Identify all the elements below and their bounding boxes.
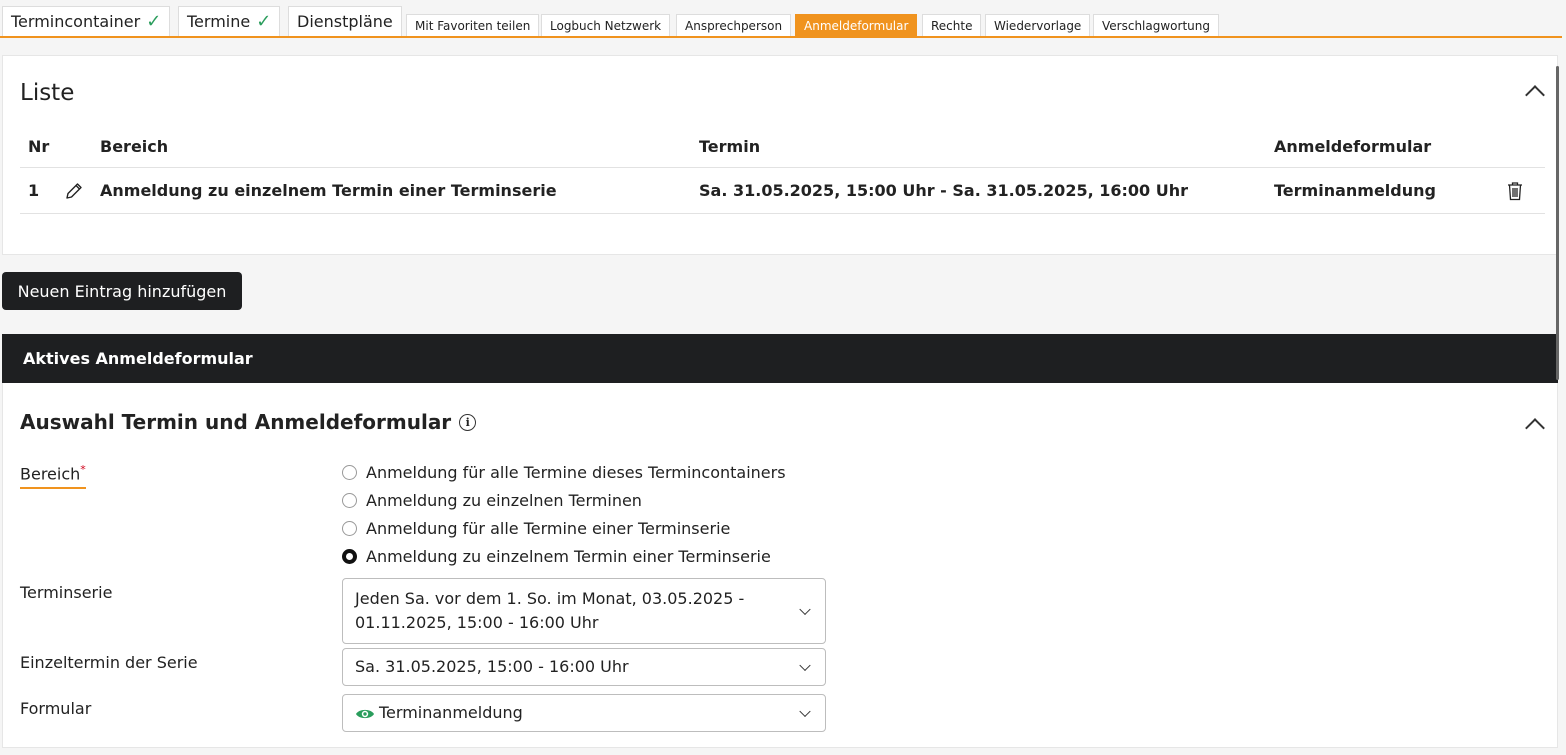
liste-title: Liste xyxy=(20,80,75,106)
bereich-label: Bereich* xyxy=(20,463,86,490)
edit-pencil-icon[interactable] xyxy=(64,168,84,213)
chevron-down-icon xyxy=(799,659,811,672)
column-header-anmeldeformular: Anmeldeformular xyxy=(1274,137,1432,156)
liste-table: Nr Bereich Termin Anmeldeformular 1 Anme… xyxy=(20,126,1545,214)
collapse-chevron-up-icon[interactable] xyxy=(1525,85,1545,105)
radio-button[interactable] xyxy=(342,465,357,480)
tab-label: Dienstpläne xyxy=(297,12,393,31)
tab-logbuch-netzwerk[interactable]: Logbuch Netzwerk xyxy=(541,14,671,36)
column-header-nr: Nr xyxy=(28,137,50,156)
tab-label: Logbuch Netzwerk xyxy=(550,18,662,33)
terminserie-label: Terminserie xyxy=(20,583,113,602)
tab-label: Verschlagwortung xyxy=(1102,18,1210,33)
radio-label: Anmeldung für alle Termine dieses Termin… xyxy=(366,463,786,482)
tab-label: Termincontainer xyxy=(11,12,141,31)
eye-icon xyxy=(356,709,374,718)
chevron-down-icon xyxy=(799,705,811,718)
delete-trash-icon[interactable] xyxy=(1506,168,1524,213)
radio-einzelne-termine[interactable]: Anmeldung zu einzelnen Terminen xyxy=(342,491,642,510)
tab-label: Rechte xyxy=(931,18,973,33)
checkmark-icon: ✓ xyxy=(146,11,162,32)
tab-label: Anmeldeformular xyxy=(804,18,909,33)
tab-wiedervorlage[interactable]: Wiedervorlage xyxy=(985,14,1091,36)
radio-label: Anmeldung zu einzelnem Termin einer Term… xyxy=(366,547,771,566)
active-form-header: Aktives Anmeldeformular xyxy=(2,334,1558,383)
einzeltermin-label: Einzeltermin der Serie xyxy=(20,653,198,672)
formular-value: Terminanmeldung xyxy=(379,703,523,722)
tab-termine[interactable]: Termine ✓ xyxy=(178,6,281,36)
chevron-down-icon xyxy=(799,603,811,616)
column-header-bereich: Bereich xyxy=(100,137,169,156)
tab-label: Ansprechperson xyxy=(685,18,783,33)
table-header: Nr Bereich Termin Anmeldeformular xyxy=(20,126,1545,168)
info-icon[interactable]: i xyxy=(459,413,477,431)
radio-button[interactable] xyxy=(342,521,357,536)
tab-verschlagwortung[interactable]: Verschlagwortung xyxy=(1093,14,1219,36)
tab-label: Wiedervorlage xyxy=(994,18,1082,33)
radio-alle-termine-termincontainer[interactable]: Anmeldung für alle Termine dieses Termin… xyxy=(342,463,786,482)
form-section-title: Auswahl Termin und Anmeldeformular i xyxy=(20,410,477,434)
collapse-chevron-up-icon[interactable] xyxy=(1525,418,1545,438)
radio-label: Anmeldung für alle Termine einer Termins… xyxy=(366,519,731,538)
tab-dienstplaene[interactable]: Dienstpläne xyxy=(288,6,402,36)
tab-mit-favoriten-teilen[interactable]: Mit Favoriten teilen xyxy=(406,14,540,36)
radio-button-selected[interactable] xyxy=(342,549,357,564)
form-title-text: Auswahl Termin und Anmeldeformular xyxy=(20,410,452,434)
row-bereich: Anmeldung zu einzelnem Termin einer Term… xyxy=(100,181,557,200)
column-header-termin: Termin xyxy=(699,137,761,156)
table-row: 1 Anmeldung zu einzelnem Termin einer Te… xyxy=(20,168,1545,214)
tab-termincontainer[interactable]: Termincontainer ✓ xyxy=(2,6,171,36)
formular-label: Formular xyxy=(20,699,92,718)
tab-bar: Termincontainer ✓ Termine ✓ Dienstpläne … xyxy=(0,0,1562,38)
row-nr: 1 xyxy=(28,181,40,200)
terminserie-value: Jeden Sa. vor dem 1. So. im Monat, 03.05… xyxy=(355,589,745,632)
add-entry-button[interactable]: Neuen Eintrag hinzufügen xyxy=(2,272,242,310)
tab-ansprechperson[interactable]: Ansprechperson xyxy=(676,14,792,36)
tab-label: Termine xyxy=(187,12,251,31)
radio-einzelner-termin-terminserie[interactable]: Anmeldung zu einzelnem Termin einer Term… xyxy=(342,547,771,566)
radio-label: Anmeldung zu einzelnen Terminen xyxy=(366,491,642,510)
formular-select[interactable]: Terminanmeldung xyxy=(342,694,826,732)
bereich-label-text: Bereich xyxy=(20,464,81,484)
einzeltermin-value: Sa. 31.05.2025, 15:00 - 16:00 Uhr xyxy=(355,657,629,676)
tab-label: Mit Favoriten teilen xyxy=(415,18,531,33)
active-form-panel: Auswahl Termin und Anmeldeformular i Ber… xyxy=(2,383,1558,748)
row-termin: Sa. 31.05.2025, 15:00 Uhr - Sa. 31.05.20… xyxy=(699,181,1188,200)
scrollbar[interactable] xyxy=(1556,66,1559,380)
einzeltermin-select[interactable]: Sa. 31.05.2025, 15:00 - 16:00 Uhr xyxy=(342,648,826,686)
checkmark-icon: ✓ xyxy=(256,11,272,32)
radio-button[interactable] xyxy=(342,493,357,508)
tab-rechte[interactable]: Rechte xyxy=(922,14,982,36)
radio-alle-termine-terminserie[interactable]: Anmeldung für alle Termine einer Termins… xyxy=(342,519,730,538)
liste-panel: Liste Nr Bereich Termin Anmeldeformular … xyxy=(2,55,1558,255)
terminserie-select[interactable]: Jeden Sa. vor dem 1. So. im Monat, 03.05… xyxy=(342,578,826,644)
required-marker: * xyxy=(80,463,86,476)
tab-anmeldeformular[interactable]: Anmeldeformular xyxy=(795,14,918,36)
row-anmeldeformular: Terminanmeldung xyxy=(1274,181,1436,200)
